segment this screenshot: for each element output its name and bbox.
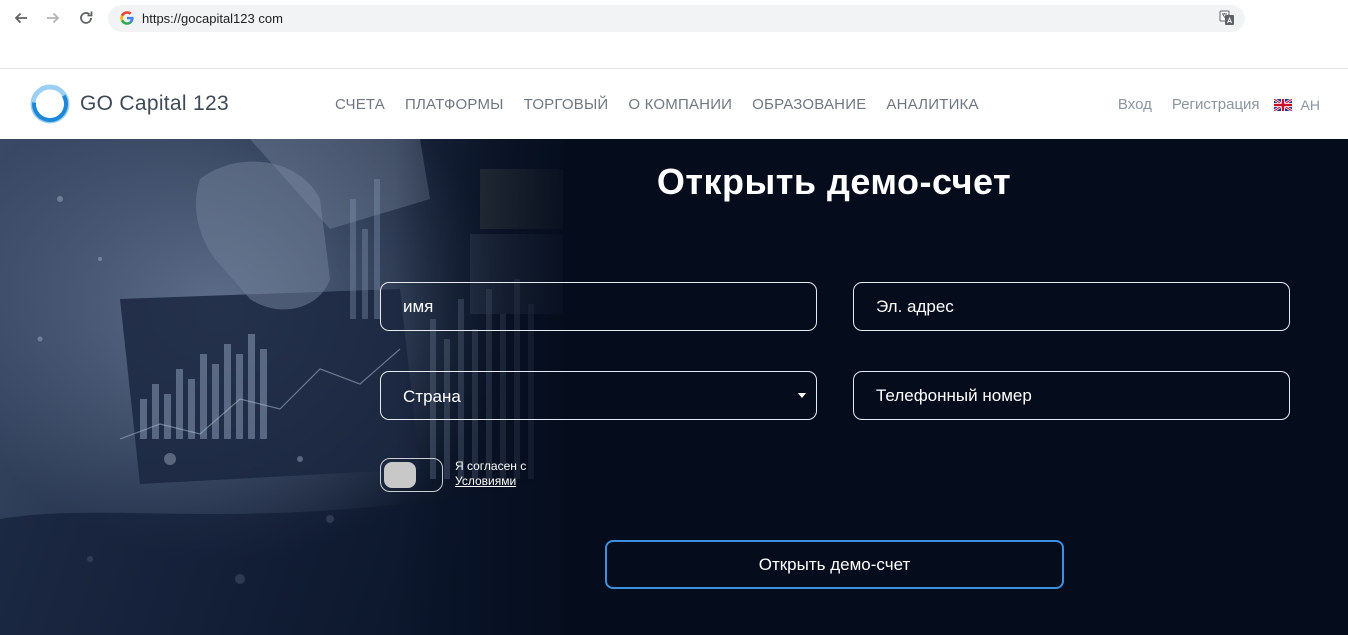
terms-link[interactable]: Условиями (455, 474, 516, 488)
logo-text: GO Capital 123 (80, 92, 229, 115)
uk-flag-icon[interactable] (1273, 98, 1292, 111)
name-input[interactable] (380, 282, 817, 331)
arrow-left-icon[interactable] (10, 7, 32, 29)
toggle-knob (384, 462, 416, 488)
url-text[interactable]: https://gocapital123 com (142, 11, 283, 26)
country-select[interactable]: Страна (380, 371, 817, 420)
terms-prefix: Я согласен с (455, 459, 527, 473)
arrow-right-icon[interactable] (42, 7, 64, 29)
logo[interactable]: GO Capital 123 (30, 84, 229, 124)
nav-about[interactable]: О КОМПАНИИ (628, 96, 732, 113)
register-link[interactable]: Регистрация (1172, 96, 1260, 113)
main-nav: СЧЕТА ПЛАТФОРМЫ ТОРГОВЫЙ О КОМПАНИИ ОБРА… (335, 96, 999, 113)
country-select-label: Страна (403, 387, 461, 406)
language-label[interactable]: АН (1301, 97, 1320, 113)
reload-icon[interactable] (75, 7, 97, 29)
nav-trading[interactable]: ТОРГОВЫЙ (524, 96, 609, 113)
nav-education[interactable]: ОБРАЗОВАНИЕ (752, 96, 866, 113)
site-header: GO Capital 123 СЧЕТА ПЛАТФОРМЫ ТОРГОВЫЙ … (0, 69, 1348, 139)
hero-section: Открыть демо-счет Страна Я согласен с Ус… (0, 139, 1348, 635)
terms-text: Я согласен с Условиями (455, 459, 526, 489)
account-nav: Вход Регистрация АН (1098, 96, 1320, 113)
login-link[interactable]: Вход (1118, 96, 1152, 113)
google-icon (119, 10, 135, 26)
logo-ring-icon (30, 84, 70, 124)
email-input[interactable] (853, 282, 1290, 331)
phone-input[interactable] (853, 371, 1290, 420)
translate-icon[interactable] (1219, 10, 1235, 26)
terms-toggle[interactable] (380, 458, 443, 492)
nav-accounts[interactable]: СЧЕТА (335, 96, 385, 113)
open-demo-account-button[interactable]: Открыть демо-счет (605, 540, 1064, 589)
browser-toolbar: https://gocapital123 com (0, 0, 1348, 69)
form-title: Открыть демо-счет (656, 161, 1012, 202)
caret-down-icon (798, 393, 806, 398)
address-bar[interactable]: https://gocapital123 com (108, 5, 1245, 32)
nav-analytics[interactable]: АНАЛИТИКА (886, 96, 978, 113)
nav-platforms[interactable]: ПЛАТФОРМЫ (405, 96, 504, 113)
